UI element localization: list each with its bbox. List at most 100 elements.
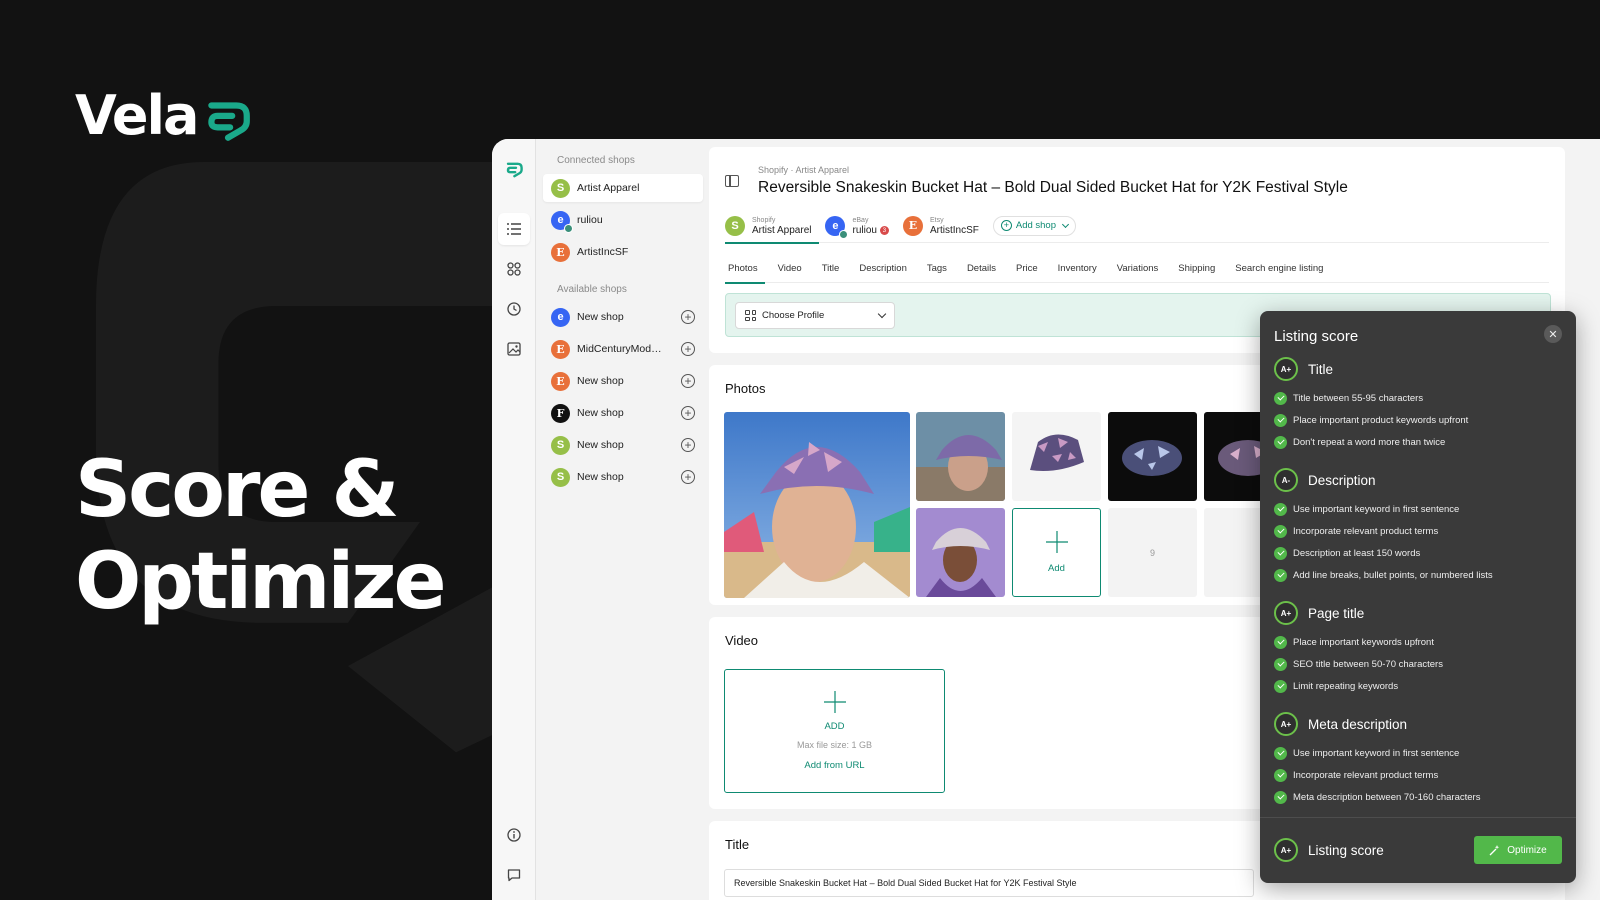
check-icon	[1274, 546, 1287, 560]
tab-variations[interactable]: Variations	[1114, 253, 1170, 283]
shop-tabs: S Shopify Artist Apparel e eBay ruliou 3 E …	[725, 209, 1549, 244]
listing-score-footer: A+ Listing score Optimize	[1260, 817, 1576, 883]
tab-search-engine-listing[interactable]: Search engine listing	[1232, 253, 1334, 283]
score-section-label: Title	[1308, 361, 1334, 377]
tab-inventory[interactable]: Inventory	[1055, 253, 1108, 283]
video-add-label: ADD	[824, 721, 845, 732]
shop-item-ruliou[interactable]: e ruliou	[543, 206, 703, 234]
shop-tab-ruliou[interactable]: e eBay ruliou 3	[825, 209, 892, 243]
shop-tab-name: ArtistIncSF	[929, 224, 979, 236]
list-icon[interactable]	[498, 213, 530, 245]
tab-tags[interactable]: Tags	[924, 253, 958, 283]
tab-details[interactable]: Details	[964, 253, 1007, 283]
shops-sidebar: Connected shops S Artist Apparel e rulio…	[537, 139, 709, 900]
shop-item-artistincsf[interactable]: E ArtistIncSF	[543, 238, 703, 266]
check-icon	[1274, 391, 1287, 405]
shop-name: New shop	[577, 311, 624, 323]
chat-icon[interactable]	[498, 859, 530, 891]
available-shop-item[interactable]: F New shop +	[543, 399, 703, 427]
shopify-icon: S	[725, 215, 745, 236]
optimize-label: Optimize	[1507, 844, 1547, 856]
add-shop-plus-icon[interactable]: +	[681, 310, 695, 324]
tab-photos[interactable]: Photos	[725, 253, 769, 284]
shopify-icon: S	[551, 435, 570, 455]
add-shop-plus-icon[interactable]: +	[681, 342, 695, 356]
panel-toggle-icon[interactable]	[725, 175, 739, 187]
shop-name: New shop	[577, 471, 624, 483]
check-icon	[1274, 568, 1287, 582]
available-shop-item[interactable]: S New shop +	[543, 431, 703, 459]
listing-tabs: Photos Video Title Description Tags Deta…	[725, 253, 1549, 284]
shop-name: ruliou	[577, 214, 603, 226]
add-shop-plus-icon[interactable]: +	[681, 374, 695, 388]
empty-photo-slot[interactable]: 9	[1108, 508, 1197, 597]
etsy-icon: E	[551, 371, 570, 391]
video-upload-dropzone[interactable]: ADD Max file size: 1 GB Add from URL	[724, 669, 945, 793]
shop-tab-artist-apparel[interactable]: S Shopify Artist Apparel	[725, 209, 820, 244]
check-icon	[1274, 435, 1287, 449]
criterion-item: Use important keyword in first sentence	[1274, 498, 1562, 520]
brand-logo: Vela	[75, 84, 253, 147]
vela-logo-icon	[208, 101, 251, 141]
score-section-label: Description	[1308, 472, 1376, 488]
hero-title: Score & Optimize	[75, 444, 446, 628]
tab-description[interactable]: Description	[856, 253, 918, 283]
criterion-item: Place important keywords upfront	[1274, 631, 1562, 653]
optimize-button[interactable]: Optimize	[1474, 836, 1562, 864]
add-shop-plus-icon[interactable]: +	[681, 406, 695, 420]
product-photo-main[interactable]	[724, 412, 910, 598]
tab-price[interactable]: Price	[1013, 253, 1049, 283]
chevron-down-icon	[1061, 220, 1070, 228]
tab-shipping[interactable]: Shipping	[1175, 253, 1226, 283]
available-shop-item[interactable]: E New shop +	[543, 367, 703, 395]
add-shop-label: Add shop	[1015, 220, 1057, 231]
criterion-item: Use important keyword in first sentence	[1274, 742, 1562, 764]
criterion-item: Meta description between 70-160 characte…	[1274, 786, 1562, 808]
listing-score-heading: Listing score	[1274, 328, 1359, 345]
product-photo[interactable]	[916, 412, 1005, 501]
available-shops-heading: Available shops	[557, 284, 627, 295]
video-max-size: Max file size: 1 GB	[796, 740, 873, 750]
add-shop-button[interactable]: + Add shop	[992, 215, 1077, 236]
product-photo[interactable]	[1012, 412, 1101, 501]
check-icon	[1274, 679, 1287, 693]
logo-icon[interactable]	[498, 153, 530, 185]
add-from-url-link[interactable]: Add from URL	[804, 760, 864, 771]
add-photo-label: Add	[1048, 563, 1065, 574]
apps-icon[interactable]	[498, 253, 530, 285]
grade-badge: A+	[1274, 601, 1298, 625]
tab-video[interactable]: Video	[775, 253, 813, 283]
add-shop-plus-icon[interactable]: +	[681, 470, 695, 484]
available-shop-item[interactable]: S New shop +	[543, 463, 703, 491]
add-shop-plus-icon[interactable]: +	[681, 438, 695, 452]
tab-title[interactable]: Title	[819, 253, 851, 283]
chevron-down-icon	[877, 309, 887, 319]
etsy-icon: E	[551, 339, 570, 359]
criterion-item: Add line breaks, bullet points, or numbe…	[1274, 564, 1562, 586]
info-icon[interactable]	[498, 819, 530, 851]
plus-icon	[1045, 531, 1068, 553]
product-photo[interactable]	[1108, 412, 1197, 501]
ebay-icon: e	[551, 210, 573, 233]
criterion-item: Title between 55-95 characters	[1274, 387, 1562, 409]
check-icon	[1274, 768, 1287, 782]
check-icon	[1274, 502, 1287, 516]
add-photo-button[interactable]: Add	[1012, 508, 1101, 597]
product-photo[interactable]	[916, 508, 1005, 597]
close-icon[interactable]: ✕	[1544, 325, 1562, 343]
available-shop-item[interactable]: E MidCenturyMode... +	[543, 335, 703, 363]
choose-profile-select[interactable]: Choose Profile	[735, 302, 895, 329]
shop-tab-name: Artist Apparel	[752, 224, 812, 236]
shop-tab-platform: Shopify	[752, 216, 776, 224]
shop-item-artist-apparel[interactable]: S Artist Apparel	[543, 174, 703, 202]
check-icon	[1274, 746, 1287, 760]
available-shop-item[interactable]: e New shop +	[543, 303, 703, 331]
score-section-label: Page title	[1308, 605, 1365, 621]
shop-tab-artistincsf[interactable]: E Etsy ArtistIncSF	[902, 209, 983, 243]
image-icon[interactable]	[498, 333, 530, 365]
grade-badge: A+	[1274, 712, 1298, 736]
score-section-title: A+ Title Title between 55-95 characters P…	[1274, 357, 1562, 453]
clock-icon[interactable]	[498, 293, 530, 325]
title-input[interactable]: Reversible Snakeskin Bucket Hat – Bold D…	[724, 869, 1254, 897]
etsy-icon: E	[551, 242, 570, 262]
